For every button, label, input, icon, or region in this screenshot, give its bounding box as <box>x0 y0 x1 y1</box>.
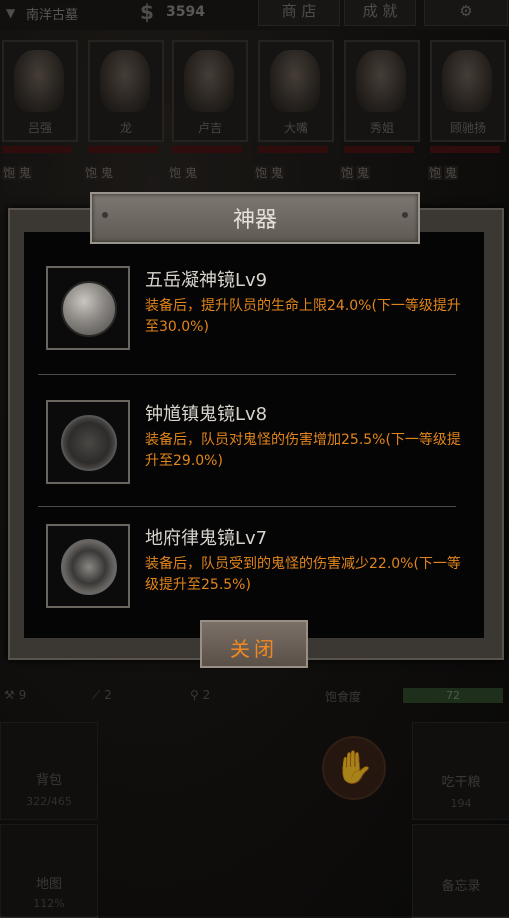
mirror-icon <box>61 281 117 337</box>
divider <box>38 506 456 507</box>
mirror-icon <box>61 415 117 471</box>
mirror-icon <box>61 539 117 595</box>
artifact-icon-frame <box>46 524 130 608</box>
artifact-description: 装备后，队员受到的鬼怪的伤害减少22.0%(下一等级提升至25.5%) <box>145 556 461 593</box>
close-button-label: 关闭 <box>230 637 278 661</box>
artifact-name: 钟馗镇鬼镜Lv8 <box>145 404 268 425</box>
dialog-title-plate: 神器 <box>90 192 420 244</box>
artifact-item: 五岳凝神镜Lv9 装备后，提升队员的生命上限24.0%(下一等级提升至30.0%… <box>46 266 466 350</box>
artifact-description: 装备后，队员对鬼怪的伤害增加25.5%(下一等级提升至29.0%) <box>145 432 461 469</box>
artifact-name: 五岳凝神镜Lv9 <box>145 270 268 291</box>
artifact-name: 地府律鬼镜Lv7 <box>145 528 268 549</box>
dialog-title: 神器 <box>232 208 277 233</box>
artifact-icon-frame <box>46 400 130 484</box>
artifact-description: 装备后，提升队员的生命上限24.0%(下一等级提升至30.0%) <box>145 298 461 335</box>
divider <box>38 374 456 375</box>
artifact-icon-frame <box>46 266 130 350</box>
artifact-item: 地府律鬼镜Lv7 装备后，队员受到的鬼怪的伤害减少22.0%(下一等级提升至25… <box>46 524 466 608</box>
close-button[interactable]: 关闭 <box>200 620 308 668</box>
artifact-item: 钟馗镇鬼镜Lv8 装备后，队员对鬼怪的伤害增加25.5%(下一等级提升至29.0… <box>46 400 466 484</box>
